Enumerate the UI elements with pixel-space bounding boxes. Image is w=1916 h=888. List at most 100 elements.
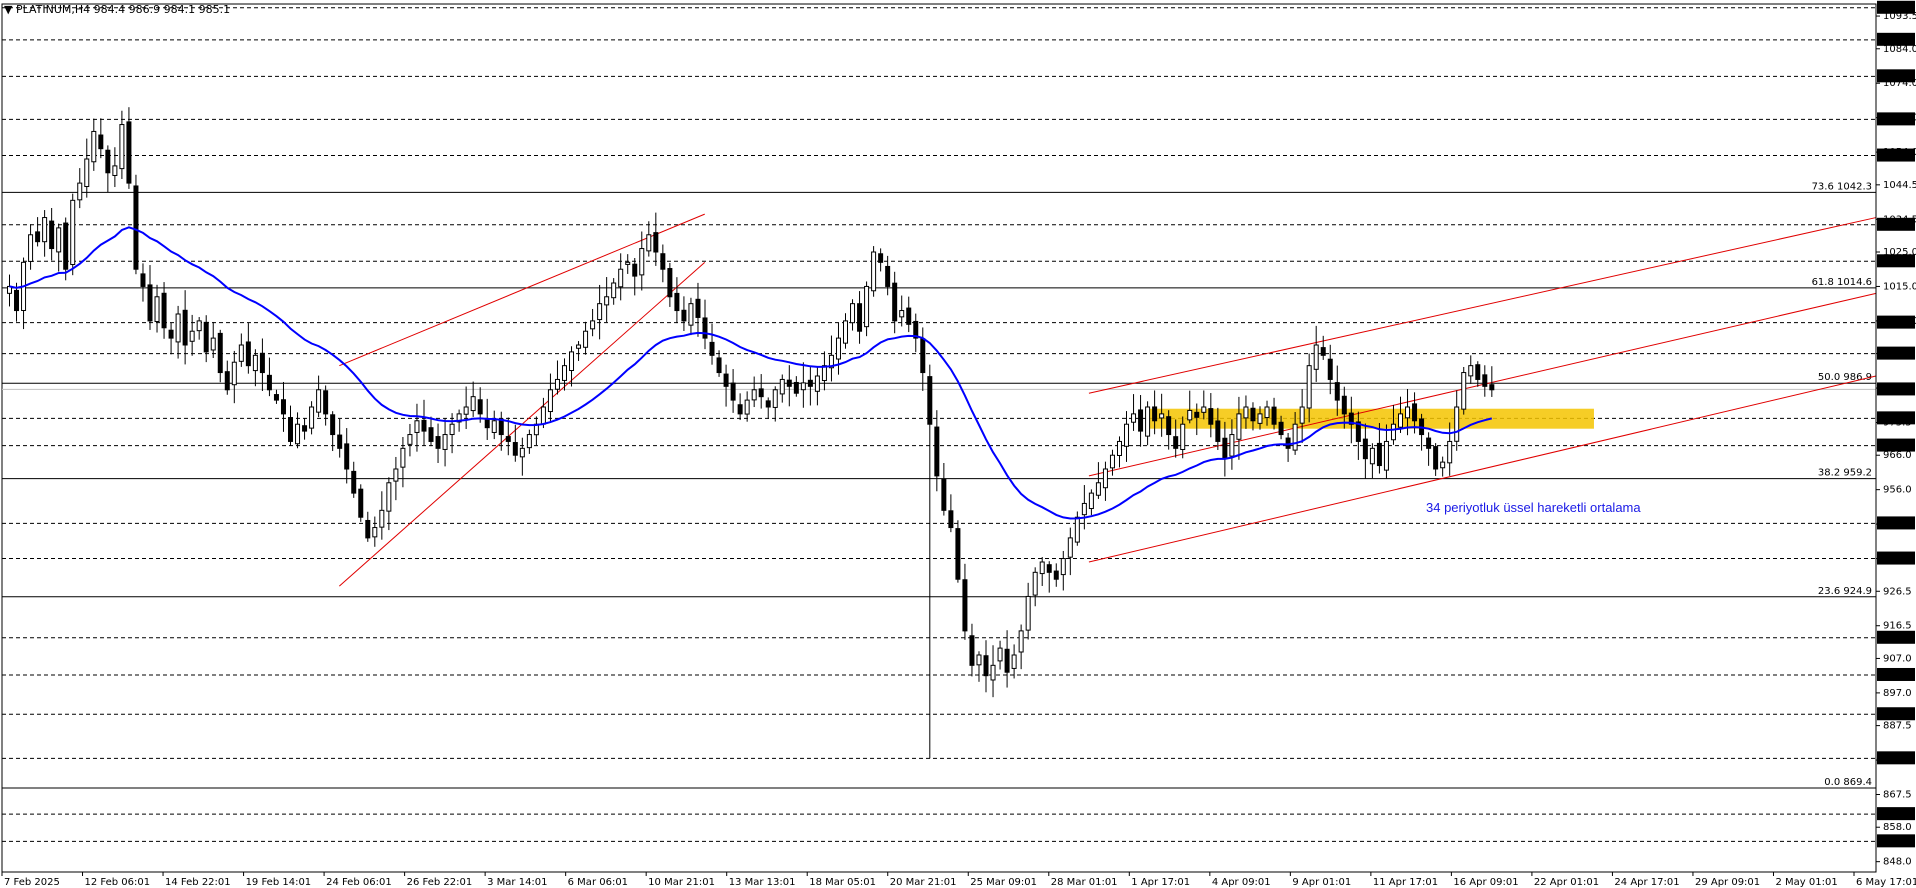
candle-body	[625, 261, 631, 265]
candle-body	[1412, 403, 1418, 422]
price-tick-label: 1044.5	[1883, 180, 1916, 191]
fib-label: 50.0 986.9	[1818, 372, 1872, 383]
level-price-label: 1022.3	[1880, 256, 1915, 267]
candle-body	[182, 309, 188, 346]
candle-body	[1390, 423, 1396, 441]
candle-body	[997, 647, 1003, 662]
candle-body	[1039, 561, 1045, 575]
candle-body	[744, 399, 750, 415]
time-tick-label: 2 May 01:01	[1775, 877, 1837, 888]
candle-body	[1018, 630, 1024, 653]
time-tick-label: 29 Apr 09:01	[1695, 877, 1760, 888]
time-tick-label: 3 Mar 14:01	[487, 877, 547, 888]
candle-body	[1145, 406, 1151, 437]
level-price-label: 968.8	[1880, 441, 1909, 452]
candle-body	[231, 361, 237, 386]
candle-body	[1215, 420, 1221, 442]
candle-body	[1426, 437, 1432, 449]
price-tick-label: 916.5	[1883, 621, 1912, 632]
candle-body	[1271, 406, 1277, 425]
candle-body	[449, 423, 455, 436]
level-price-label: 976.7	[1880, 413, 1909, 424]
candle-body	[77, 182, 83, 201]
candle-body	[1475, 364, 1481, 380]
candle-body	[1257, 413, 1263, 424]
candle-body	[1194, 411, 1200, 418]
price-tick-label: 848.0	[1883, 857, 1912, 868]
candle-body	[1032, 571, 1038, 596]
candle-body	[576, 344, 582, 349]
candle-body	[927, 376, 933, 425]
fib-label: 73.6 1042.3	[1812, 181, 1872, 192]
candle-body	[1292, 423, 1298, 451]
time-tick-label: 7 Feb 2025	[4, 877, 60, 888]
candle-body	[814, 375, 820, 392]
candle-body	[793, 381, 799, 394]
candle-body	[681, 309, 687, 322]
candle-body	[1222, 437, 1228, 460]
candle-body	[646, 234, 652, 252]
time-axis[interactable]: 7 Feb 2025 12 Feb 06:01 14 Feb 22:01 19 Feb…	[1, 872, 1916, 888]
price-tick-label: 956.0	[1883, 485, 1912, 496]
candle-body	[309, 406, 315, 429]
candle-body	[1046, 564, 1052, 573]
candle-body	[1243, 406, 1249, 419]
candle-body	[807, 379, 813, 387]
candle-body	[196, 320, 202, 332]
candle-body	[969, 635, 975, 666]
candle-body	[421, 419, 427, 432]
candle-body	[1341, 395, 1347, 415]
candle-body	[1011, 654, 1017, 669]
candle-body	[1433, 446, 1439, 470]
candle-body	[857, 303, 863, 332]
candle-body	[84, 158, 90, 188]
candle-body	[660, 253, 666, 270]
candle-body	[955, 528, 961, 580]
candle-body	[604, 296, 610, 306]
candle-body	[1376, 442, 1382, 467]
price-chart[interactable]: 73.6 1042.3 61.8 1014.6 50.0 986.9 38.2 959…	[0, 0, 1916, 888]
candle-body	[779, 378, 785, 395]
candle-body	[892, 282, 898, 322]
price-axis[interactable]: 848.0858.0867.5877.5887.5897.0907.0916.5…	[1875, 0, 1916, 872]
candle-body	[147, 284, 153, 322]
candle-body	[554, 378, 560, 390]
candle-body	[1398, 413, 1404, 428]
candle-body	[751, 389, 757, 401]
time-tick-label: 25 Mar 09:01	[970, 877, 1037, 888]
price-tick-label: 867.5	[1883, 790, 1912, 801]
candle-body	[323, 390, 329, 415]
candle-body	[821, 365, 827, 382]
price-tick-label: 926.5	[1883, 586, 1912, 597]
candle-body	[1138, 409, 1144, 432]
time-tick-label: 26 Feb 22:01	[407, 877, 473, 888]
time-tick-label: 6 May 17:01	[1856, 877, 1916, 888]
candle-body	[288, 417, 294, 442]
candle-body	[688, 303, 694, 326]
candle-body	[133, 185, 139, 270]
candle-body	[1306, 365, 1312, 409]
symbol-header: ▼ PLATINUM,H4 984.4 986.9 984.1 985.1	[4, 3, 230, 16]
candle-body	[1461, 372, 1467, 410]
candle-body	[519, 447, 525, 458]
level-price-label: 1004.5	[1880, 318, 1915, 329]
candle-body	[400, 447, 406, 468]
trendline	[1088, 375, 1877, 563]
candle-body	[1159, 413, 1165, 419]
level-price-label: 913.0	[1880, 633, 1909, 644]
level-price-label: 902.2	[1880, 670, 1909, 681]
candle-body	[709, 341, 715, 356]
candle-body	[505, 436, 511, 442]
candle-body	[344, 443, 350, 470]
candle-body	[35, 231, 41, 243]
candle-body	[765, 400, 771, 408]
candle-body	[407, 434, 413, 445]
time-tick-label: 22 Apr 01:01	[1534, 877, 1599, 888]
current-price-label: 985.1	[1880, 384, 1909, 395]
candle-body	[280, 399, 286, 415]
candle-body	[302, 425, 308, 432]
candle-body	[1124, 423, 1130, 447]
candle-body	[800, 382, 806, 391]
candle-body	[316, 389, 322, 413]
level-price-label: 995.5	[1880, 349, 1909, 360]
